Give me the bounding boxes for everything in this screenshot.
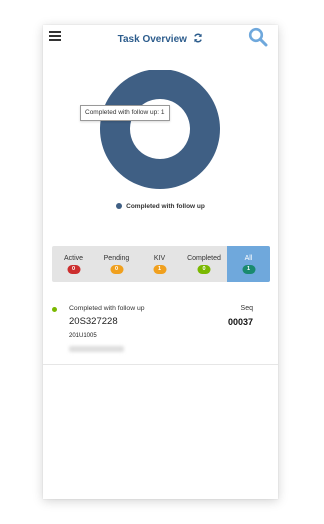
legend-label: Completed with follow up [126,203,205,210]
chart-legend: Completed with follow up [43,203,278,210]
legend-swatch [116,203,123,209]
count-badge: 0 [197,265,211,274]
search-icon[interactable] [248,27,268,47]
refresh-icon[interactable] [193,33,203,43]
tab-label: All [244,255,253,262]
donut-chart [100,70,220,189]
tab-label: KIV [153,255,166,262]
count-badge: 1 [242,265,255,274]
divider [43,364,278,365]
tab-completed[interactable]: Completed 0 [181,246,227,282]
task-status: Completed with follow up [69,305,145,312]
page-title: Task Overview [117,34,187,45]
seq-value: 00037 [227,317,253,327]
task-sub-code: 201U1005 [69,333,97,339]
status-tabs: Active 0 Pending 0 KIV 1 Completed 0 All… [52,246,270,282]
app-screen: Task Overview Completed with follow up: … [43,25,278,499]
tab-all[interactable]: All 1 [227,246,270,282]
seq-label: Seq [240,305,253,312]
app-header: Task Overview [43,25,278,47]
chart-tooltip: Completed with follow up: 1 [80,105,170,121]
tab-label: Active [63,255,84,262]
count-badge: 1 [153,265,166,274]
count-badge: 0 [110,265,123,274]
task-list-item[interactable]: Completed with follow up 20S327228 201U1… [43,303,278,359]
tab-pending[interactable]: Pending 0 [95,246,138,282]
tab-kiv[interactable]: KIV 1 [138,246,181,282]
tab-label: Completed [187,255,221,262]
count-badge: 0 [67,265,80,274]
tab-active[interactable]: Active 0 [52,246,95,282]
donut-slice-0[interactable] [100,70,220,189]
redacted-text [69,346,124,352]
task-code: 20S327228 [69,316,118,327]
tab-label: Pending [103,255,130,262]
title-wrap: Task Overview [43,29,278,47]
status-dot [52,307,57,312]
